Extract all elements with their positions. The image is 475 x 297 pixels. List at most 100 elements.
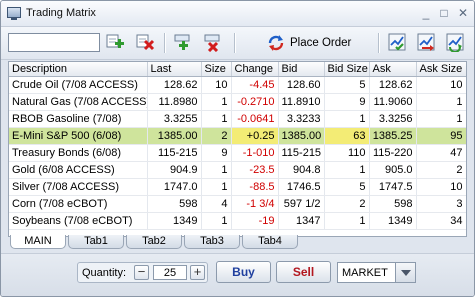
column-header[interactable]: Change	[231, 62, 279, 77]
quantity-input[interactable]	[153, 265, 187, 280]
column-header[interactable]: Last	[147, 62, 202, 77]
header-row: Description Last Size Change Bid Bid Siz…	[9, 62, 466, 77]
place-order-button[interactable]: Place Order	[267, 33, 373, 53]
add-icon[interactable]	[105, 32, 125, 52]
cell-bid: 11.8910	[278, 93, 325, 111]
cell-ask: 115-220	[369, 144, 417, 162]
symbol-input[interactable]	[8, 33, 100, 52]
table-row[interactable]: Silver (7/08 ACCESS) 1747.0 1 -88.5 1746.5 5 1…	[9, 178, 466, 196]
cell-last: 115-215	[147, 144, 202, 162]
order-type-select[interactable]: MARKET	[337, 262, 416, 283]
cell-change: -23.5	[231, 161, 279, 179]
cell-size: 1	[201, 161, 232, 179]
restore-button[interactable]: □	[437, 7, 451, 20]
cell-change: -1 3/4	[231, 195, 279, 213]
cell-ask-size: 2	[416, 161, 466, 179]
cell-bid-size: 1	[324, 161, 370, 179]
column-header[interactable]: Bid Size	[324, 62, 370, 77]
cell-ask: 1385.25	[369, 127, 417, 145]
cell-bid-size: 63	[324, 127, 370, 145]
cell-last: 3.3255	[147, 110, 202, 128]
table-row[interactable]: E-Mini S&P 500 (6/08) 1385.00 2 +0.25 1385.0…	[9, 127, 466, 145]
column-header[interactable]: Description	[9, 62, 148, 77]
cell-ask-size: 1	[416, 93, 466, 111]
cell-description: RBOB Gasoline (7/08)	[9, 110, 148, 128]
cell-bid: 1385.00	[278, 127, 325, 145]
cell-size: 1	[201, 212, 232, 230]
toolbar-separator	[164, 33, 166, 53]
monitor-icon	[7, 7, 21, 20]
cell-change: -1-010	[231, 144, 279, 162]
cell-change: -19	[231, 212, 279, 230]
close-button[interactable]: ✕	[456, 7, 470, 20]
sell-button[interactable]: Sell	[276, 261, 331, 283]
quantity-label: Quantity:	[82, 267, 127, 279]
quote-grid[interactable]: Description Last Size Change Bid Bid Siz…	[8, 61, 467, 237]
tab-main[interactable]: MAIN	[10, 235, 66, 249]
buy-button[interactable]: Buy	[216, 261, 271, 283]
cell-description: E-Mini S&P 500 (6/08)	[9, 127, 148, 145]
chart-check-icon[interactable]	[387, 32, 407, 52]
cell-ask: 128.62	[369, 76, 417, 94]
cell-description: Crude Oil (7/08 ACCESS)	[9, 76, 148, 94]
cell-ask-size: 10	[416, 76, 466, 94]
cell-bid-size: 5	[324, 76, 370, 94]
tab-4[interactable]: Tab4	[242, 235, 298, 249]
column-header[interactable]: Bid	[278, 62, 325, 77]
trading-matrix-window: Trading Matrix _ □ ✕ Place Order Descrip…	[0, 0, 475, 297]
minimize-button[interactable]: _	[419, 7, 433, 20]
cell-bid-size: 5	[324, 178, 370, 196]
cell-bid-size: 1	[324, 110, 370, 128]
tab-3[interactable]: Tab3	[184, 235, 240, 249]
cell-bid: 904.8	[278, 161, 325, 179]
column-header[interactable]: Ask Size	[416, 62, 466, 77]
cell-ask: 1349	[369, 212, 417, 230]
chart-swap-icon[interactable]	[416, 32, 436, 52]
table-row[interactable]: Soybeans (7/08 eCBOT) 1349 1 -19 1347 1 1349 34	[9, 212, 466, 230]
tab-2[interactable]: Tab2	[126, 235, 182, 249]
quantity-stepper: Quantity: − +	[77, 262, 208, 283]
table-row[interactable]: Corn (7/08 eCBOT) 598 4 -1 3/4 597 1/2 2 598 3	[9, 195, 466, 213]
title-bar: Trading Matrix _ □ ✕	[1, 1, 474, 27]
window-title: Trading Matrix	[26, 7, 96, 19]
order-type-value: MARKET	[342, 267, 388, 279]
cell-ask-size: 1	[416, 110, 466, 128]
quantity-decrement-button[interactable]: −	[134, 265, 149, 280]
cell-ask: 598	[369, 195, 417, 213]
cell-last: 904.9	[147, 161, 202, 179]
cell-bid-size: 1	[324, 212, 370, 230]
toolbar-separator	[234, 33, 236, 53]
add-row-icon[interactable]	[173, 32, 193, 52]
cell-ask-size: 10	[416, 178, 466, 196]
table-row[interactable]: Crude Oil (7/08 ACCESS) 128.62 10 -4.45 128.…	[9, 76, 466, 94]
quantity-increment-button[interactable]: +	[190, 265, 205, 280]
cell-ask-size: 3	[416, 195, 466, 213]
cell-ask-size: 95	[416, 127, 466, 145]
cell-size: 10	[201, 76, 232, 94]
column-header[interactable]: Ask	[369, 62, 417, 77]
cell-bid: 1746.5	[278, 178, 325, 196]
table-row[interactable]: Treasury Bonds (6/08) 115-215 9 -1-010 115-2…	[9, 144, 466, 162]
tab-1[interactable]: Tab1	[68, 235, 124, 249]
cell-bid: 3.3233	[278, 110, 325, 128]
cell-last: 598	[147, 195, 202, 213]
cell-change: -0.2710	[231, 93, 279, 111]
tab-strip: MAIN Tab1 Tab2 Tab3 Tab4	[8, 235, 465, 249]
column-header[interactable]: Size	[201, 62, 232, 77]
table-row[interactable]: Natural Gas (7/08 ACCESS) 11.8980 1 -0.2710…	[9, 93, 466, 111]
cell-size: 2	[201, 127, 232, 145]
table-row[interactable]: RBOB Gasoline (7/08) 3.3255 1 -0.0641 3.3233…	[9, 110, 466, 128]
cell-description: Gold (6/08 ACCESS)	[9, 161, 148, 179]
chevron-down-icon[interactable]	[395, 263, 415, 282]
cell-change: -88.5	[231, 178, 279, 196]
delete-icon[interactable]	[135, 32, 155, 52]
cell-last: 1385.00	[147, 127, 202, 145]
table-row[interactable]: Gold (6/08 ACCESS) 904.9 1 -23.5 904.8 1 905.0…	[9, 161, 466, 179]
cell-ask-size: 34	[416, 212, 466, 230]
cell-bid-size: 110	[324, 144, 370, 162]
cell-size: 4	[201, 195, 232, 213]
cell-last: 11.8980	[147, 93, 202, 111]
chart-exchange-icon[interactable]	[445, 32, 465, 52]
cell-bid-size: 9	[324, 93, 370, 111]
remove-row-icon[interactable]	[203, 32, 223, 52]
